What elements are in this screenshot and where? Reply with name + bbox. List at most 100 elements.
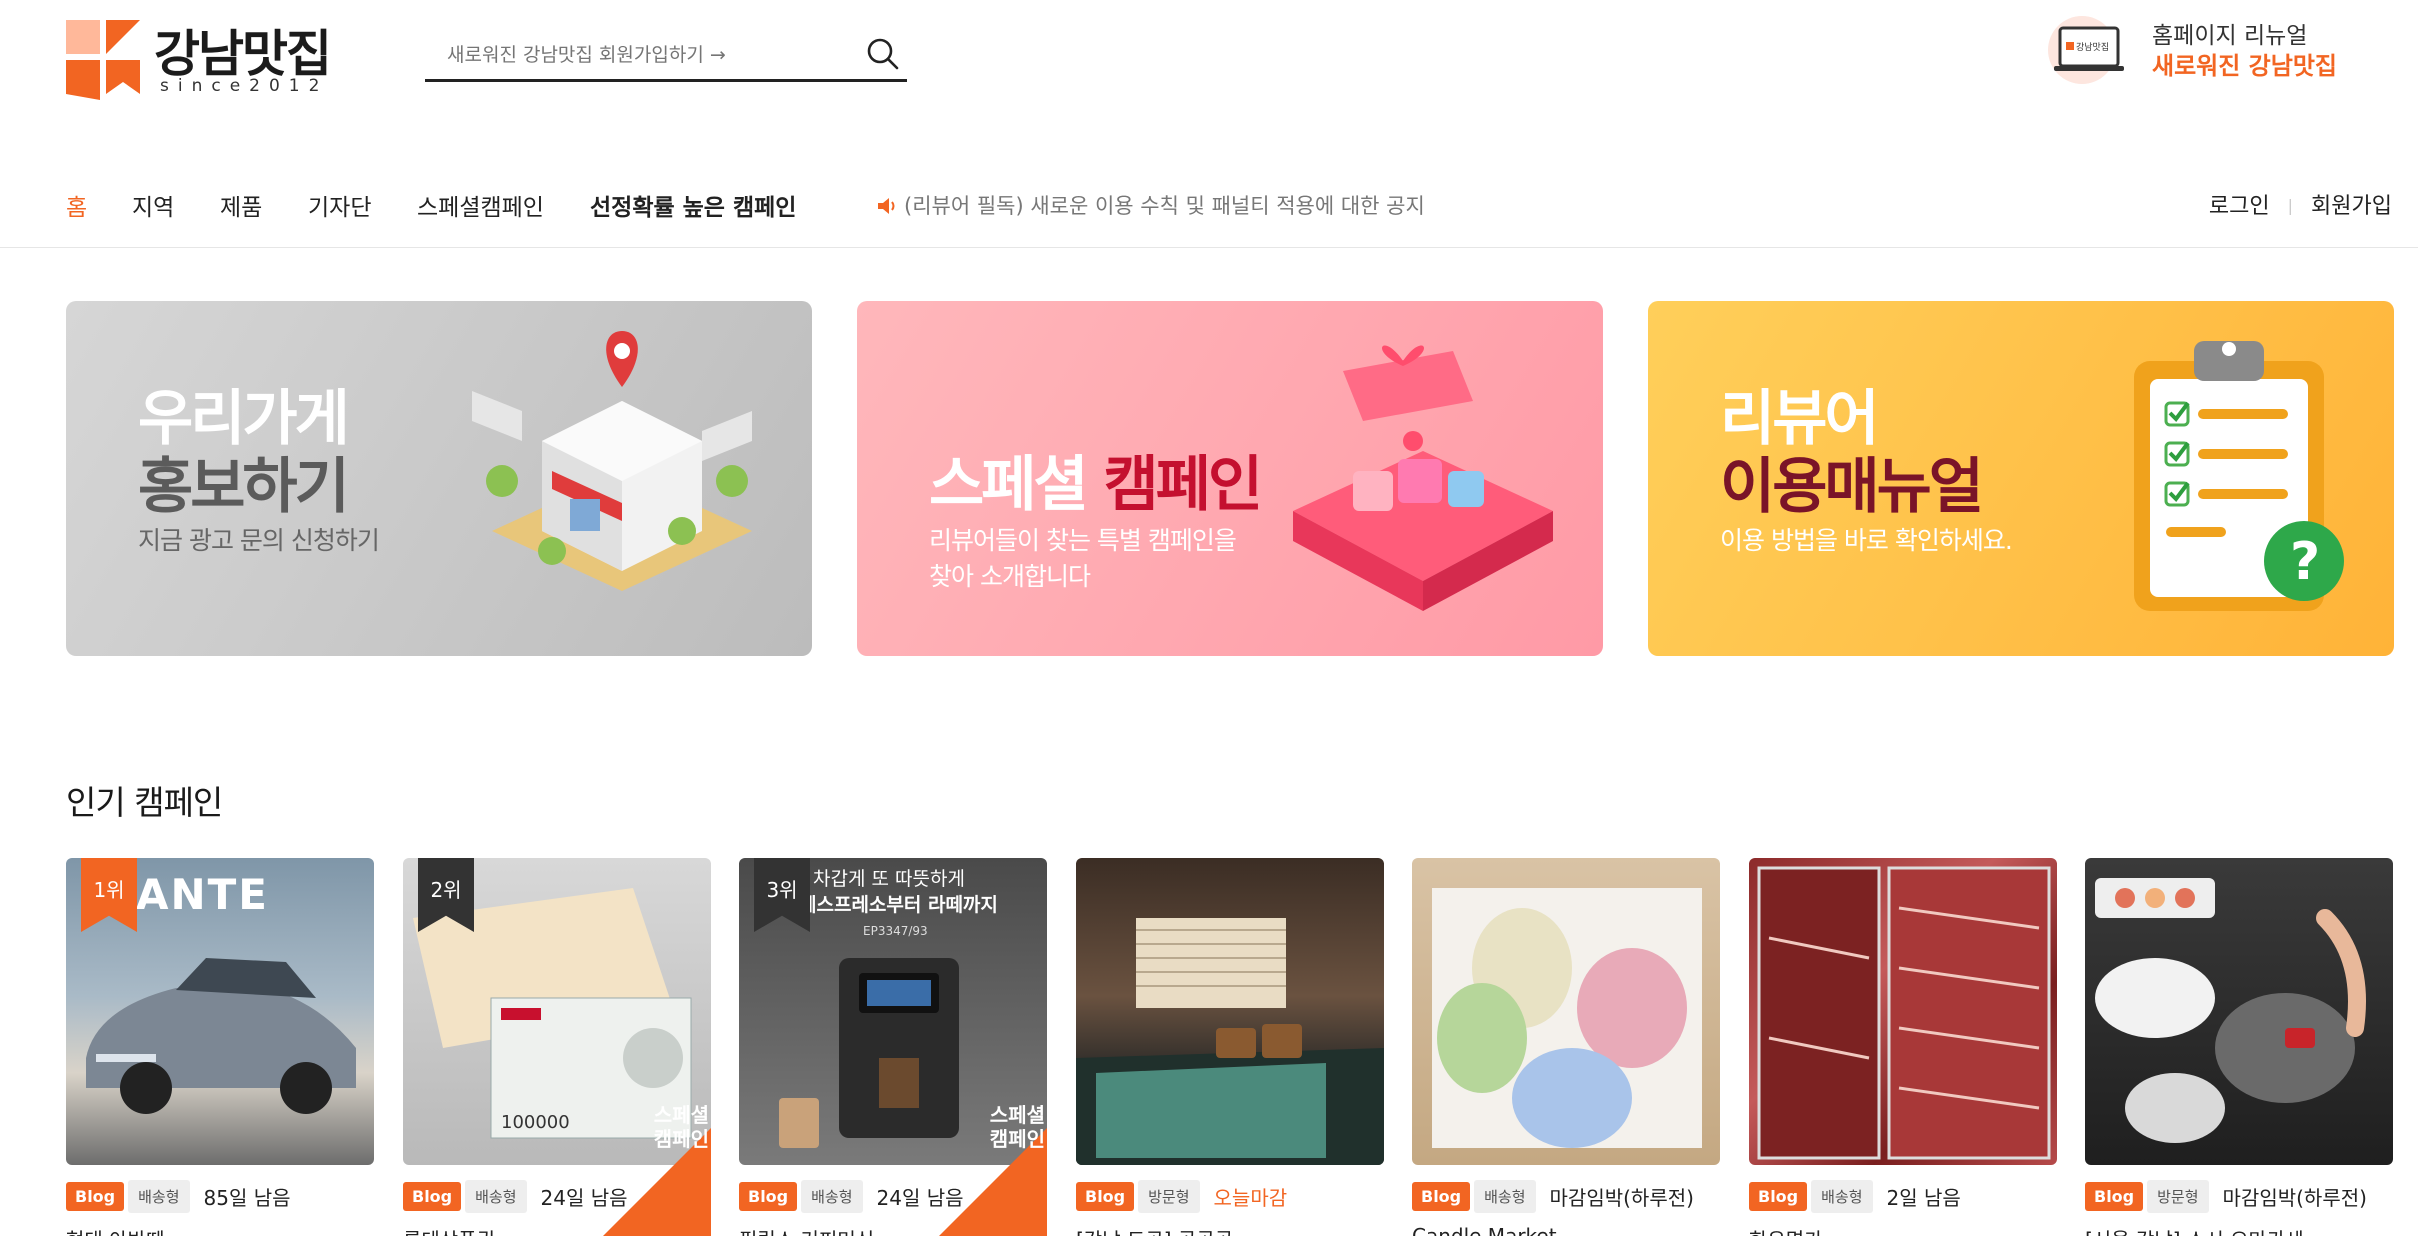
special-campaign-label: 스페셜 캠페인 — [990, 1103, 1045, 1151]
campaign-title[interactable]: 한우명가 — [1749, 1224, 2057, 1236]
blog-tag: Blog — [2085, 1182, 2144, 1211]
banner-reviewer-manual[interactable]: 리뷰어 이용매뉴얼 이용 방법을 바로 확인하세요. ? — [1648, 301, 2394, 656]
banner-3-subtitle: 이용 방법을 바로 확인하세요. — [1720, 526, 2013, 555]
laptop-screen-text: 강남맛집 — [2076, 41, 2109, 53]
certificate-amount: 100000 — [501, 1112, 570, 1133]
deadline-text: 24일 남음 — [540, 1186, 628, 1210]
banner-3-title-2: 이용매뉴얼 — [1720, 452, 1984, 522]
campaign-card[interactable]: Blog배송형 2일 남음 한우명가 — [1749, 858, 2057, 1236]
type-tag: 배송형 — [801, 1180, 863, 1213]
special-line-1: 스페셜 — [989, 1103, 1045, 1127]
campaign-image — [1412, 858, 1720, 1165]
campaign-image — [1749, 858, 2057, 1165]
nav-item-product[interactable]: 제품 — [220, 188, 262, 222]
deadline-text: 오늘마감 — [1213, 1186, 1288, 1210]
banner-2-subtitle-1: 리뷰어들이 찾는 특별 캠페인을 — [929, 526, 1237, 555]
special-campaign-label: 스페셜 캠페인 — [654, 1103, 709, 1151]
search-input[interactable] — [447, 38, 847, 72]
banner-special-campaign[interactable]: 스페셜 캠페인 리뷰어들이 찾는 특별 캠페인을 찾아 소개합니다 — [857, 301, 1603, 656]
type-tag: 방문형 — [1138, 1180, 1200, 1213]
gift-box-icon — [1293, 345, 1553, 611]
notice-ticker[interactable]: (리뷰어 필독) 새로운 이용 수칙 및 패널티 적용에 대한 공지 — [876, 190, 1425, 220]
blog-tag: Blog — [1076, 1182, 1135, 1211]
blog-tag: Blog — [66, 1182, 125, 1211]
campaign-meta: Blog 배송형 85일 남음 — [66, 1180, 291, 1213]
renewal-banner[interactable]: 강남맛집 홈페이지 리뉴얼 새로워진 강남맛집 — [2046, 10, 2386, 90]
login-link[interactable]: 로그인 — [2209, 194, 2270, 219]
banner-2-subtitle-2: 찾아 소개합니다 — [929, 562, 1091, 591]
store-illustration-icon — [472, 331, 752, 591]
campaign-title[interactable]: 필립스 커피머신 — [739, 1224, 1047, 1236]
deadline-text: 마감임박(하루전) — [1549, 1186, 1694, 1210]
campaign-card[interactable]: 차갑게 또 따뜻하게 에스프레소부터 라떼까지 EP3347/93 3위 스페셜… — [739, 858, 1047, 1236]
campaign-card[interactable]: 100000 2위 스페셜 캠페인 Blog배송형24일 남음 롯데상품권 — [403, 858, 711, 1236]
campaign-meta: Blog 배송형 24일 남음 — [403, 1180, 628, 1213]
banner-2-title-plain: 스페셜 — [929, 450, 1104, 520]
type-tag: 배송형 — [1811, 1180, 1873, 1213]
search-box — [425, 30, 907, 82]
campaign-card[interactable]: ANTE 1위 Blog배송형85일 남음 현대 아반떼 — [66, 858, 374, 1236]
deadline-text: 85일 남음 — [203, 1186, 291, 1210]
deadline-text: 마감임박(하루전) — [2222, 1186, 2367, 1210]
banner-3-title-1: 리뷰어 — [1720, 384, 1880, 454]
banner-1-subtitle: 지금 광고 문의 신청하기 — [138, 526, 380, 555]
special-line-2: 캠페인 — [989, 1127, 1045, 1151]
svg-text:?: ? — [2290, 532, 2320, 592]
logo-since: since2012 — [160, 76, 329, 96]
campaign-card[interactable]: Blog 배송형 마감임박(하루전) Candle Market — [1412, 858, 1720, 1236]
blog-tag: Blog — [1749, 1182, 1808, 1211]
campaign-meta: Blog 배송형 24일 남음 — [739, 1180, 964, 1213]
banner-1-title-2: 홍보하기 — [138, 452, 350, 522]
candle-gift-box-icon — [1432, 888, 1702, 1148]
site-header: 강남맛집 since2012 강남맛집 홈페이지 리뉴얼 새로워진 강남맛집 — [0, 0, 2418, 120]
campaign-meta: Blog 배송형 마감임박(하루전) — [1412, 1180, 1694, 1213]
popular-campaigns-title: 인기 캠페인 — [66, 783, 223, 822]
banner-2-title: 스페셜 캠페인 — [929, 450, 1264, 520]
sushi-image-icon — [2095, 878, 2366, 1143]
banner-1-title-1: 우리가게 — [138, 384, 350, 454]
campaign-title[interactable]: Candle Market — [1412, 1224, 1720, 1236]
campaign-title[interactable]: 롯데상품권 — [403, 1224, 711, 1236]
banner-2-title-accent: 캠페인 — [1103, 450, 1264, 520]
campaign-title[interactable]: 현대 아반떼 — [66, 1224, 374, 1236]
campaign-title[interactable]: [강남 도곡] 공공공 — [1076, 1224, 1384, 1236]
campaign-meta: Blog 방문형 오늘마감 — [1076, 1180, 1288, 1213]
auth-divider: | — [2287, 196, 2294, 215]
campaign-meta: Blog 배송형 2일 남음 — [1749, 1180, 1961, 1213]
renewal-line1: 홈페이지 리뉴얼 — [2152, 23, 2308, 49]
logo-mark-icon — [66, 20, 140, 100]
nav-item-region[interactable]: 지역 — [132, 188, 174, 222]
type-tag: 배송형 — [1474, 1180, 1536, 1213]
campaign-image — [1076, 858, 1384, 1165]
type-tag: 배송형 — [128, 1180, 190, 1213]
auth-links: 로그인 | 회원가입 — [2209, 188, 2392, 220]
campaign-card[interactable]: Blog방문형 오늘마감 [강남 도곡] 공공공 — [1076, 858, 1384, 1236]
search-icon[interactable] — [863, 34, 903, 74]
nav-item-special-campaign[interactable]: 스페셜캠페인 — [417, 188, 544, 222]
clipboard-checklist-icon: ? — [2134, 341, 2344, 611]
banner-2-subtitle: 리뷰어들이 찾는 특별 캠페인을 찾아 소개합니다 — [929, 523, 1237, 595]
special-line-1: 스페셜 — [653, 1103, 709, 1127]
signup-link[interactable]: 회원가입 — [2311, 194, 2392, 219]
main-nav: 홈 지역 제품 기자단 스페셜캠페인 선정확률 높은 캠페인 (리뷰어 필독) … — [0, 170, 2418, 248]
spa-room-image-icon — [1076, 918, 1384, 1165]
blog-tag: Blog — [1412, 1182, 1471, 1211]
nav-item-reporter[interactable]: 기자단 — [308, 188, 371, 222]
campaign-meta: Blog 방문형 마감임박(하루전) — [2085, 1180, 2367, 1213]
campaign-title[interactable]: [서울 강남] 스시 오마카세 — [2085, 1224, 2393, 1236]
blog-tag: Blog — [739, 1182, 798, 1211]
notice-text: (리뷰어 필독) 새로운 이용 수칙 및 패널티 적용에 대한 공지 — [904, 194, 1425, 218]
nav-item-home[interactable]: 홈 — [66, 188, 87, 222]
type-tag: 배송형 — [465, 1180, 527, 1213]
deadline-text: 24일 남음 — [876, 1186, 964, 1210]
type-tag: 방문형 — [2147, 1180, 2209, 1213]
blog-tag: Blog — [403, 1182, 462, 1211]
special-line-2: 캠페인 — [653, 1127, 709, 1151]
speaker-icon — [878, 198, 895, 214]
site-logo[interactable]: 강남맛집 since2012 — [66, 18, 346, 102]
nav-item-high-chance[interactable]: 선정확률 높은 캠페인 — [590, 188, 796, 222]
deadline-text: 2일 남음 — [1886, 1186, 1961, 1210]
banner-store-promotion[interactable]: 우리가게 홍보하기 지금 광고 문의 신청하기 — [66, 301, 812, 656]
campaign-card[interactable]: Blog방문형 마감임박(하루전) [서울 강남] 스시 오마카세 — [2085, 858, 2393, 1236]
campaign-image — [2085, 858, 2393, 1165]
